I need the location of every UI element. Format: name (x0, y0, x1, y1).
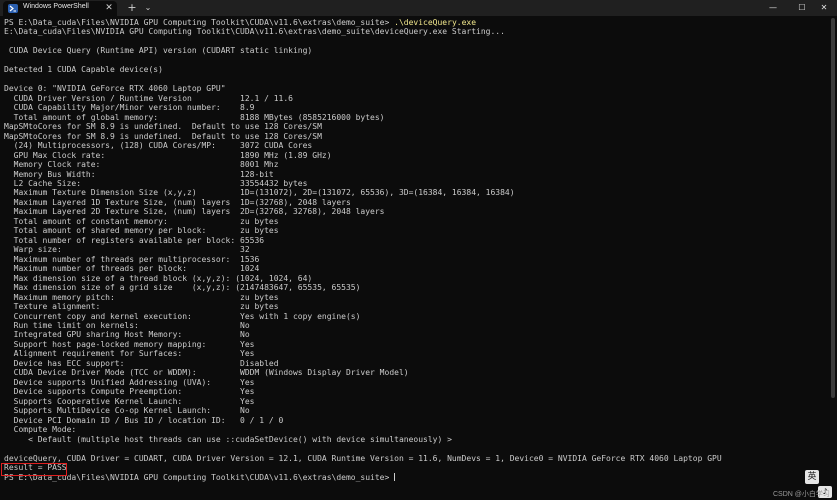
output-line: Device has ECC support: Disabled (4, 358, 279, 368)
output-line: Support host page-locked memory mapping:… (4, 339, 255, 349)
output-line: Max dimension size of a thread block (x,… (4, 273, 313, 283)
watermark: CSDN @小白学习 (773, 491, 830, 498)
output-line: Integrated GPU sharing Host Memory: No (4, 330, 250, 340)
output-line: Concurrent copy and kernel execution: Ye… (4, 311, 361, 321)
output-line: Maximum Layered 2D Texture Size, (num) l… (4, 207, 385, 217)
output-line: CUDA Capability Major/Minor version numb… (4, 103, 255, 113)
output-line: Memory Bus Width: 128-bit (4, 169, 274, 179)
prompt-line: PS E:\Data_cuda\Files\NVIDIA GPU Computi… (4, 18, 804, 27)
output-line: Device PCI Domain ID / Bus ID / location… (4, 415, 284, 425)
output-line: Supports MultiDevice Co-op Kernel Launch… (4, 406, 250, 416)
scrollbar-thumb[interactable] (831, 18, 835, 398)
output-line: (24) Multiprocessors, (128) CUDA Cores/M… (4, 141, 313, 151)
prompt-line: PS E:\Data_cuda\Files\NVIDIA GPU Computi… (4, 472, 804, 482)
tab-dropdown-chevron-icon[interactable]: ⌄ (142, 1, 154, 14)
output-line: Total number of registers available per … (4, 235, 265, 245)
output-line: Maximum Layered 1D Texture Size, (num) l… (4, 197, 351, 207)
output-line: Device supports Unified Addressing (UVA)… (4, 377, 255, 387)
output-line: MapSMtoCores for SM 8.9 is undefined. De… (4, 122, 322, 132)
output-line: Total amount of shared memory per block:… (4, 226, 279, 236)
output-line: MapSMtoCores for SM 8.9 is undefined. De… (4, 131, 322, 141)
close-button[interactable]: ✕ (811, 0, 837, 16)
input-method-badge[interactable]: 英 (805, 470, 819, 484)
output-line: Texture alignment: zu bytes (4, 302, 279, 312)
prompt-text: PS E:\Data_cuda\Files\NVIDIA GPU Computi… (4, 18, 395, 27)
output-line: Supports Cooperative Kernel Launch: Yes (4, 396, 255, 406)
output-line: Total amount of global memory: 8188 MByt… (4, 112, 385, 122)
output-line: CUDA Driver Version / Runtime Version 12… (4, 93, 293, 103)
output-line: Maximum number of threads per block: 102… (4, 264, 260, 274)
output-line: Detected 1 CUDA Capable device(s) (4, 65, 163, 75)
output-line: Alignment requirement for Surfaces: Yes (4, 349, 255, 359)
output-line: Maximum number of threads per multiproce… (4, 254, 260, 264)
command-text: .\deviceQuery.exe (394, 18, 477, 27)
output-line: Total amount of constant memory: zu byte… (4, 216, 279, 226)
output-line: Compute Mode: (4, 425, 77, 435)
output-line: Warp size: 32 (4, 245, 250, 255)
output-line: Max dimension size of a grid size (x,y,z… (4, 283, 361, 293)
result-highlight-box (1, 463, 67, 476)
output-line: Memory Clock rate: 8001 Mhz (4, 160, 279, 170)
result-line: Result = PASS (4, 463, 67, 473)
output-line: E:\Data_cuda\Files\NVIDIA GPU Computing … (4, 27, 505, 37)
tab-title: Windows PowerShell (23, 3, 89, 10)
powershell-icon (8, 4, 18, 13)
new-tab-button[interactable]: + (126, 1, 138, 14)
output-line: L2 Cache Size: 33554432 bytes (4, 178, 308, 188)
tab-windows-powershell[interactable]: Windows PowerShell ✕ (3, 1, 117, 16)
text-cursor (394, 472, 396, 481)
terminal-output[interactable]: PS E:\Data_cuda\Files\NVIDIA GPU Computi… (4, 18, 804, 482)
output-line: Device 0: "NVIDIA GeForce RTX 4060 Lapto… (4, 84, 226, 94)
title-bar: Windows PowerShell ✕ + ⌄ — ☐ ✕ (0, 0, 837, 16)
output-line: Maximum Texture Dimension Size (x,y,z) 1… (4, 188, 515, 198)
output-line: Maximum memory pitch: zu bytes (4, 292, 279, 302)
minimize-button[interactable]: — (760, 0, 786, 16)
output-line: Run time limit on kernels: No (4, 321, 250, 330)
tab-close-icon[interactable]: ✕ (103, 2, 115, 14)
output-line: < Default (multiple host threads can use… (4, 434, 452, 444)
output-line: GPU Max Clock rate: 1890 MHz (1.89 GHz) (4, 150, 332, 160)
summary-line: deviceQuery, CUDA Driver = CUDART, CUDA … (4, 453, 722, 463)
output-line: CUDA Device Driver Mode (TCC or WDDM): W… (4, 368, 409, 378)
scrollbar[interactable] (831, 18, 835, 480)
output-line: CUDA Device Query (Runtime API) version … (4, 46, 313, 56)
output-line: Device supports Compute Preemption: Yes (4, 387, 255, 397)
